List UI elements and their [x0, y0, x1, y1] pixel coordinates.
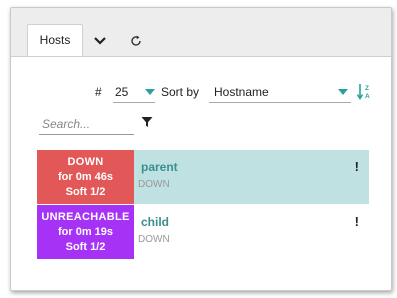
- refresh-icon[interactable]: [127, 32, 145, 50]
- search-input[interactable]: [39, 113, 134, 135]
- hosts-panel: # 25 Sort by Hostname Z A DOWN for 0m 46: [11, 56, 391, 290]
- exclamation-icon: !: [354, 214, 359, 229]
- host-info: parent DOWN !: [134, 150, 369, 204]
- status-state: DOWN: [67, 155, 104, 168]
- per-page-value: 25: [115, 84, 129, 99]
- status-duration: for 0m 46s: [57, 170, 114, 183]
- count-label: #: [95, 85, 102, 99]
- host-row-child[interactable]: UNREACHABLE for 0m 19s Soft 1/2 child DO…: [37, 205, 369, 259]
- svg-text:A: A: [365, 93, 370, 100]
- sort-field-value: Hostname: [214, 84, 269, 99]
- hosts-widget: Hosts # 25 Sort by Hostname Z A Search..…: [10, 7, 392, 291]
- host-state: DOWN: [138, 179, 170, 190]
- host-info: child DOWN !: [134, 205, 369, 259]
- chevron-down-icon[interactable]: [91, 32, 109, 50]
- host-name-link[interactable]: child: [141, 215, 169, 229]
- svg-text:Z: Z: [365, 85, 369, 92]
- caret-down-icon: [145, 89, 155, 95]
- host-row-parent[interactable]: DOWN for 0m 46s Soft 1/2 parent DOWN !: [37, 150, 369, 204]
- per-page-select[interactable]: 25: [113, 81, 155, 103]
- status-state: UNREACHABLE: [41, 210, 130, 223]
- host-state: DOWN: [138, 234, 170, 245]
- tab-bar: Hosts: [11, 8, 391, 57]
- sort-by-label: Sort by: [161, 85, 200, 99]
- status-badge: UNREACHABLE for 0m 19s Soft 1/2: [37, 205, 134, 259]
- status-badge: DOWN for 0m 46s Soft 1/2: [37, 150, 134, 204]
- status-attempt: Soft 1/2: [65, 185, 106, 198]
- host-name-link[interactable]: parent: [141, 160, 178, 174]
- exclamation-icon: !: [354, 159, 359, 174]
- sort-field-select[interactable]: Hostname: [209, 81, 351, 103]
- sort-alpha-icon[interactable]: Z A: [356, 83, 373, 101]
- filter-icon[interactable]: [141, 116, 153, 128]
- tab-hosts[interactable]: Hosts: [27, 24, 83, 57]
- caret-down-icon: [338, 89, 348, 95]
- status-attempt: Soft 1/2: [65, 240, 106, 253]
- status-duration: for 0m 19s: [57, 225, 114, 238]
